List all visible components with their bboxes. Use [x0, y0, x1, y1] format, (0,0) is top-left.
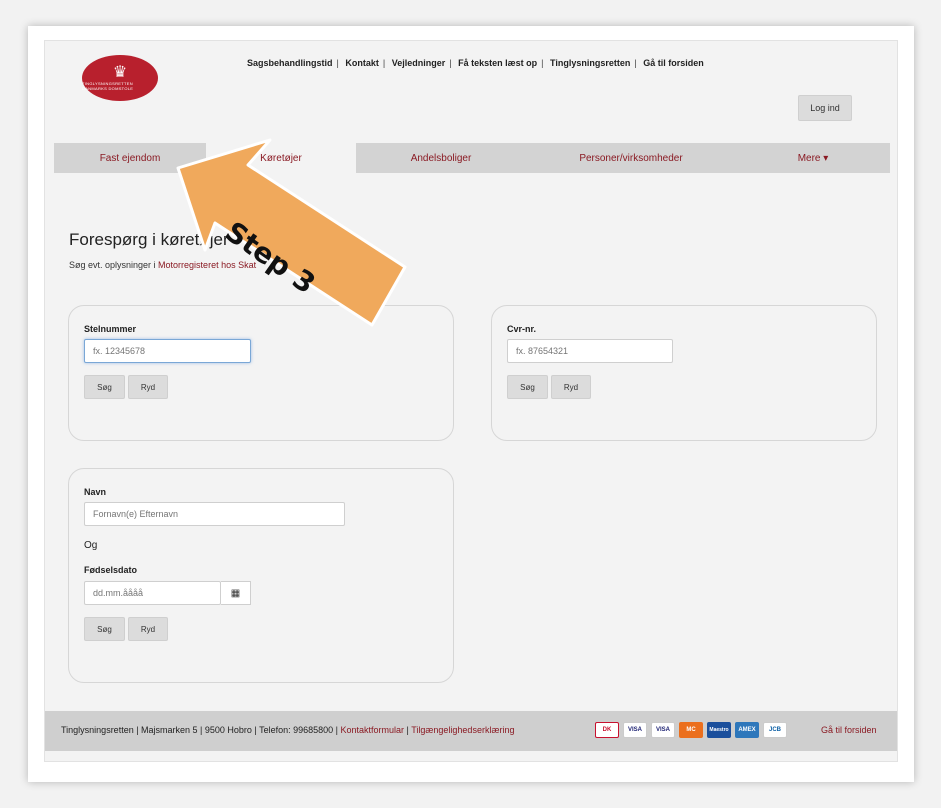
- and-text: Og: [84, 540, 98, 551]
- footer-home-link[interactable]: Gå til forsiden: [821, 725, 877, 735]
- page: ♛ TINGLYSNINGSRETTEN DANMARKS DOMSTOLE S…: [44, 40, 898, 762]
- contact-form-link[interactable]: Kontaktformular: [341, 725, 405, 735]
- crown-icon: ♛: [112, 64, 128, 81]
- link-laest-op[interactable]: Få teksten læst op: [458, 58, 537, 68]
- main-nav: Fast ejendom Køretøjer Andelsboliger Per…: [54, 143, 890, 173]
- stelnummer-clear-button[interactable]: Ryd: [128, 375, 168, 399]
- court-logo[interactable]: ♛ TINGLYSNINGSRETTEN DANMARKS DOMSTOLE: [82, 55, 158, 101]
- tab-andelsboliger[interactable]: Andelsboliger: [356, 143, 526, 173]
- tab-koeretoejer[interactable]: Køretøjer: [206, 143, 356, 173]
- cvr-input[interactable]: [507, 339, 673, 363]
- footer-address: Tinglysningsretten | Majsmarken 5 | 9500…: [61, 725, 341, 735]
- stelnummer-search-button[interactable]: Søg: [84, 375, 125, 399]
- link-kontakt[interactable]: Kontakt: [345, 58, 379, 68]
- mastercard-icon: MC: [679, 722, 703, 738]
- maestro-icon: Maestro: [707, 722, 731, 738]
- visa-electron-icon: VISA: [651, 722, 675, 738]
- link-sagsbehandlingstid[interactable]: Sagsbehandlingstid: [247, 58, 333, 68]
- cvr-clear-button[interactable]: Ryd: [551, 375, 591, 399]
- dob-label: Fødselsdato: [84, 565, 138, 575]
- top-links: Sagsbehandlingstid | Kontakt | Vejledninge…: [247, 58, 704, 68]
- page-subtext: Søg evt. oplysninger i Motorregisteret h…: [69, 260, 256, 270]
- person-clear-button[interactable]: Ryd: [128, 617, 168, 641]
- dankort-icon: DK: [595, 722, 619, 738]
- logo-text: TINGLYSNINGSRETTEN DANMARKS DOMSTOLE: [82, 81, 134, 91]
- footer-text: Tinglysningsretten | Majsmarken 5 | 9500…: [61, 725, 514, 735]
- login-button[interactable]: Log ind: [798, 95, 852, 121]
- cvr-search-button[interactable]: Søg: [507, 375, 548, 399]
- person-card: Navn Og Fødselsdato ▦ Søg Ryd: [68, 468, 454, 683]
- accessibility-link[interactable]: Tilgængelighedserklæring: [411, 725, 514, 735]
- visa-icon: VISA: [623, 722, 647, 738]
- cvr-card: Cvr-nr. Søg Ryd: [491, 305, 877, 441]
- link-forsiden[interactable]: Gå til forsiden: [643, 58, 704, 68]
- link-vejledninger[interactable]: Vejledninger: [392, 58, 446, 68]
- cvr-label: Cvr-nr.: [507, 324, 537, 334]
- dob-input[interactable]: [84, 581, 221, 605]
- amex-icon: AMEX: [735, 722, 759, 738]
- stelnummer-label: Stelnummer: [84, 324, 137, 334]
- person-search-button[interactable]: Søg: [84, 617, 125, 641]
- name-label: Navn: [84, 487, 107, 497]
- footer: Tinglysningsretten | Majsmarken 5 | 9500…: [45, 711, 897, 751]
- payment-cards: DK VISA VISA MC Maestro AMEX JCB: [595, 722, 787, 738]
- tab-personer-virksomheder[interactable]: Personer/virksomheder: [526, 143, 736, 173]
- motorregister-link[interactable]: Motorregisteret hos Skat: [158, 260, 256, 270]
- calendar-icon[interactable]: ▦: [221, 581, 251, 605]
- stelnummer-card: Stelnummer Søg Ryd: [68, 305, 454, 441]
- tab-fast-ejendom[interactable]: Fast ejendom: [54, 143, 206, 173]
- page-title: Forespørg i køretøjer: [69, 230, 229, 249]
- stelnummer-input[interactable]: [84, 339, 251, 363]
- name-input[interactable]: [84, 502, 345, 526]
- tab-mere[interactable]: Mere ▾: [736, 143, 890, 173]
- jcb-icon: JCB: [763, 722, 787, 738]
- link-tinglysningsretten[interactable]: Tinglysningsretten: [550, 58, 630, 68]
- subtext-prefix: Søg evt. oplysninger i: [69, 260, 159, 270]
